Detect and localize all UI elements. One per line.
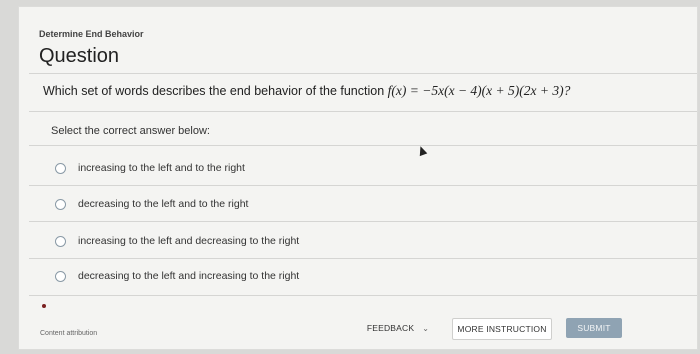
marker-dot: [42, 304, 46, 308]
question-text: Which set of words describes the end beh…: [43, 83, 570, 99]
radio-button[interactable]: [55, 270, 66, 282]
divider: [29, 185, 697, 186]
answer-option-3[interactable]: increasing to the left and decreasing to…: [55, 235, 299, 247]
chevron-down-icon: ⌄: [422, 323, 430, 333]
divider: [29, 73, 697, 74]
answer-option-2[interactable]: decreasing to the left and to the right: [55, 198, 248, 210]
divider: [29, 145, 697, 146]
radio-button[interactable]: [55, 198, 66, 210]
radio-button[interactable]: [55, 235, 66, 247]
option-label: increasing to the left and to the right: [78, 162, 245, 174]
divider: [29, 221, 697, 222]
question-text-prefix: Which set of words describes the end beh…: [43, 84, 388, 98]
option-label: increasing to the left and decreasing to…: [78, 235, 300, 247]
option-label: decreasing to the left and increasing to…: [78, 270, 300, 282]
option-label: decreasing to the left and to the right: [78, 198, 249, 210]
question-formula: f(x) = −5x(x − 4)(x + 5)(2x + 3)?: [387, 83, 571, 98]
question-card: Determine End Behavior Question Which se…: [18, 6, 698, 350]
page-title: Question: [39, 45, 120, 67]
submit-button[interactable]: SUBMIT: [566, 318, 622, 338]
divider: [29, 295, 697, 296]
divider: [29, 111, 697, 112]
answer-option-1[interactable]: increasing to the left and to the right: [55, 162, 245, 174]
divider: [29, 258, 697, 259]
content-attribution-link[interactable]: Content attribution: [40, 330, 97, 337]
answer-option-4[interactable]: decreasing to the left and increasing to…: [55, 270, 299, 282]
answer-prompt: Select the correct answer below:: [51, 125, 210, 137]
section-eyebrow: Determine End Behavior: [39, 29, 144, 39]
feedback-button[interactable]: FEEDBACK ⌄: [358, 318, 438, 338]
feedback-label: FEEDBACK: [366, 323, 415, 333]
more-instruction-button[interactable]: MORE INSTRUCTION: [452, 318, 552, 340]
radio-button[interactable]: [55, 162, 66, 174]
